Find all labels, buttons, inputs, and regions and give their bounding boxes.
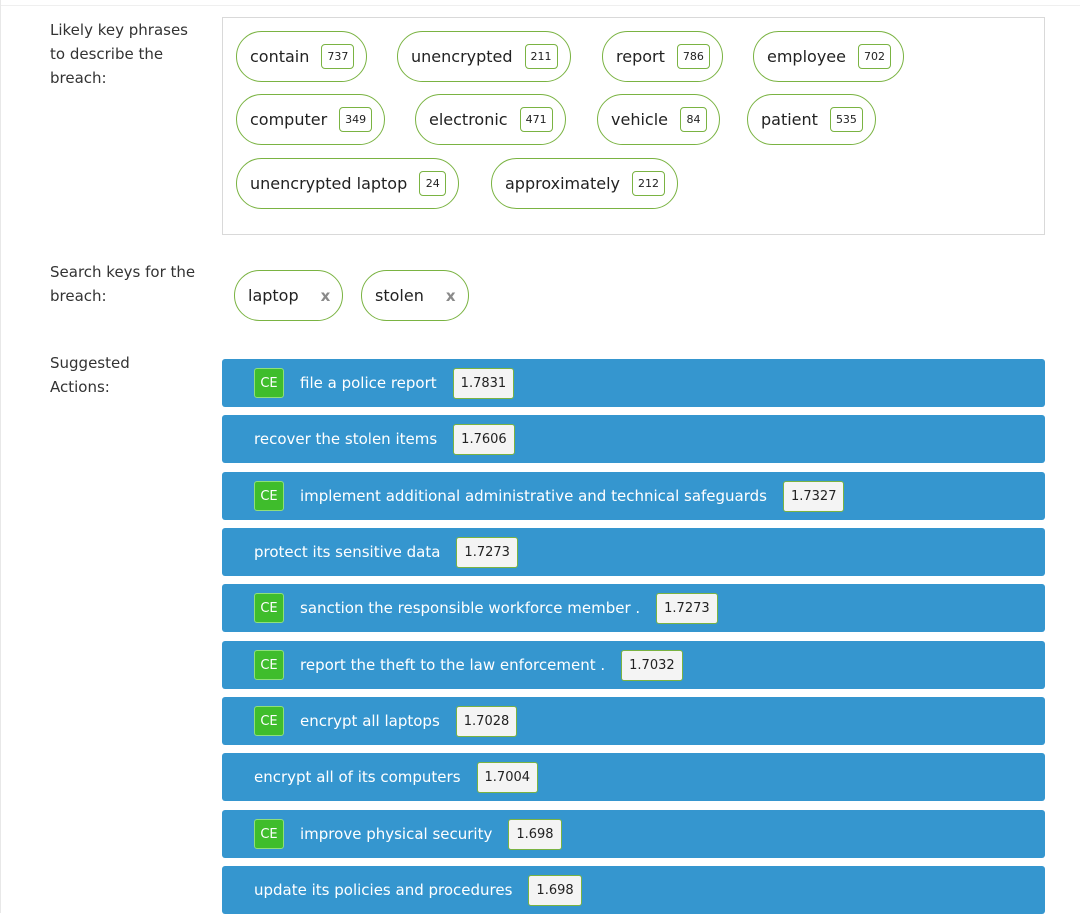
- page-frame: Likely key phrases to describe the breac…: [0, 0, 1080, 914]
- action-text: report the theft to the law enforcement …: [300, 656, 606, 674]
- action-score: 1.7004: [476, 761, 539, 793]
- key-phrase-count: 535: [829, 107, 863, 132]
- key-phrase-chip[interactable]: patient 535: [747, 94, 876, 145]
- key-phrase-count: 212: [631, 171, 665, 196]
- action-score: 1.7028: [455, 705, 518, 737]
- action-row[interactable]: CE sanction the responsible workforce me…: [222, 584, 1045, 632]
- action-score: 1.7606: [453, 423, 515, 455]
- key-phrase-text: electronic: [429, 110, 508, 129]
- action-row[interactable]: CE implement additional administrative a…: [222, 472, 1045, 520]
- key-phrase-chip[interactable]: approximately 212: [491, 158, 678, 209]
- key-phrase-chip[interactable]: unencrypted laptop 24: [236, 158, 460, 209]
- action-text: file a police report: [300, 374, 437, 392]
- remove-key-icon[interactable]: x: [321, 287, 331, 305]
- search-keys-label: Search keys for the breach:: [50, 263, 196, 305]
- action-text: improve physical security: [300, 825, 493, 843]
- action-text: sanction the responsible workforce membe…: [300, 599, 641, 617]
- action-row[interactable]: CE file a police report 1.7831: [222, 359, 1045, 407]
- action-score: 1.7273: [456, 536, 518, 568]
- ce-badge: CE: [254, 593, 284, 623]
- key-phrase-chip[interactable]: computer 349: [236, 94, 386, 145]
- action-row[interactable]: protect its sensitive data 1.7273: [222, 528, 1045, 576]
- remove-key-icon[interactable]: x: [446, 287, 456, 305]
- action-row[interactable]: update its policies and procedures 1.698: [222, 866, 1045, 914]
- key-phrase-text: vehicle: [611, 110, 668, 129]
- action-score: 1.698: [528, 874, 582, 906]
- action-text: recover the stolen items: [254, 430, 438, 448]
- search-key-chip-stolen: stolen x: [361, 270, 469, 321]
- key-phrase-text: contain: [250, 47, 310, 66]
- action-text: implement additional administrative and …: [300, 487, 767, 505]
- ce-badge: CE: [254, 706, 284, 736]
- action-score: 1.7032: [621, 649, 683, 681]
- key-phrases-panel: contain 737 unencrypted 211 report 786 e…: [222, 17, 1045, 235]
- key-phrase-text: unencrypted: [411, 47, 513, 66]
- search-key-text: stolen: [375, 286, 424, 305]
- suggested-actions-label: Suggested Actions:: [50, 354, 130, 396]
- key-phrase-text: unencrypted laptop: [250, 174, 408, 193]
- top-border: [1, 0, 1080, 6]
- ce-badge: CE: [254, 368, 284, 398]
- key-phrase-count: 211: [524, 44, 558, 69]
- key-phrases-label: Likely key phrases to describe the breac…: [50, 21, 188, 87]
- ce-badge: CE: [254, 650, 284, 680]
- key-phrase-count: 471: [519, 107, 553, 132]
- key-phrase-chip[interactable]: vehicle 84: [597, 94, 720, 145]
- action-score: 1.7831: [452, 367, 515, 399]
- key-phrase-chip[interactable]: employee 702: [753, 31, 904, 82]
- key-phrase-count: 84: [679, 107, 707, 132]
- action-row[interactable]: CE report the theft to the law enforceme…: [222, 641, 1045, 689]
- search-key-text: laptop: [248, 286, 299, 305]
- action-row[interactable]: CE encrypt all laptops 1.7028: [222, 697, 1045, 745]
- action-score: 1.698: [508, 818, 562, 850]
- key-phrase-text: patient: [761, 110, 818, 129]
- action-score: 1.7273: [656, 592, 718, 624]
- search-key-chip-laptop: laptop x: [234, 270, 344, 321]
- key-phrase-text: report: [616, 47, 665, 66]
- key-phrase-count: 737: [321, 44, 355, 69]
- key-phrase-text: employee: [767, 47, 846, 66]
- key-phrase-text: computer: [250, 110, 328, 129]
- action-score: 1.7327: [782, 480, 845, 512]
- action-text: encrypt all of its computers: [254, 768, 461, 786]
- ce-badge: CE: [254, 481, 284, 511]
- action-text: encrypt all laptops: [300, 712, 440, 730]
- key-phrase-text: approximately: [505, 174, 620, 193]
- key-phrase-chip[interactable]: contain 737: [236, 31, 368, 82]
- key-phrase-chip[interactable]: electronic 471: [415, 94, 566, 145]
- key-phrase-chip[interactable]: report 786: [602, 31, 723, 82]
- key-phrase-count: 786: [676, 44, 710, 69]
- action-text: protect its sensitive data: [254, 543, 441, 561]
- key-phrase-count: 702: [857, 44, 891, 69]
- key-phrase-count: 349: [339, 107, 373, 132]
- key-phrase-count: 24: [419, 171, 447, 196]
- action-row[interactable]: encrypt all of its computers 1.7004: [222, 753, 1045, 801]
- ce-badge: CE: [254, 819, 284, 849]
- action-row[interactable]: CE improve physical security 1.698: [222, 810, 1045, 858]
- action-row[interactable]: recover the stolen items 1.7606: [222, 415, 1045, 463]
- action-text: update its policies and procedures: [254, 881, 513, 899]
- key-phrase-chip[interactable]: unencrypted 211: [397, 31, 571, 82]
